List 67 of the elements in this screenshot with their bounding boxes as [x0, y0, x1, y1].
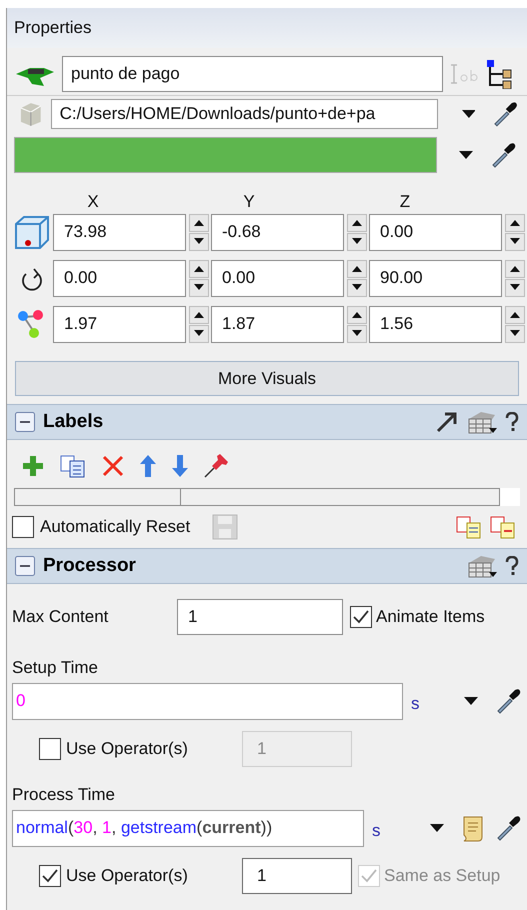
add-icon[interactable] [21, 454, 45, 478]
checkbox-label: Automatically Reset [40, 516, 190, 538]
panel-title: Properties [14, 17, 92, 40]
code-field[interactable]: normal(30, 1, getstream(current)) [12, 810, 364, 846]
table-settings-icon[interactable] [467, 409, 497, 435]
number-field[interactable]: 1.87 [211, 306, 344, 342]
pin-icon[interactable] [203, 453, 229, 479]
field-label: Process Time [12, 784, 116, 804]
checkbox-label: Same as Setup [384, 865, 500, 888]
section-title: Processor [43, 554, 136, 578]
checkbox[interactable] [12, 516, 34, 538]
spinner-icon[interactable] [505, 260, 525, 296]
number-field[interactable]: -0.68 [211, 214, 344, 250]
move-down-icon[interactable] [171, 454, 189, 478]
axis-label: Z [400, 191, 412, 209]
more-visuals-button[interactable]: More Visuals [15, 361, 519, 396]
dropdown-caret-icon[interactable] [430, 824, 444, 832]
checkbox-label: Animate Items [376, 606, 485, 628]
field-label: Setup Time [12, 657, 99, 677]
tree-icon[interactable] [485, 59, 513, 89]
axis-label: Y [243, 191, 256, 209]
spinner-icon[interactable] [189, 260, 209, 296]
field-label: Max Content [12, 606, 110, 628]
dropdown-caret-icon[interactable] [464, 697, 478, 705]
max-content-field[interactable]: 1 [177, 599, 343, 635]
spinner-icon[interactable] [347, 306, 367, 342]
checkbox[interactable] [350, 606, 372, 628]
copy-icon[interactable] [59, 454, 87, 478]
unit-label: s [372, 820, 380, 842]
help-icon[interactable] [505, 556, 519, 576]
spinner-icon[interactable] [347, 214, 367, 250]
collapse-icon[interactable] [15, 556, 35, 576]
section-header[interactable]: Labels [7, 404, 527, 440]
spinner-icon[interactable] [505, 306, 525, 342]
spinner-icon[interactable] [347, 260, 367, 296]
move-up-icon[interactable] [139, 454, 157, 478]
spinner-icon[interactable] [189, 214, 209, 250]
table-settings-icon[interactable] [467, 553, 497, 579]
spinner-icon[interactable] [189, 306, 209, 342]
arrow-icon[interactable] [435, 410, 459, 434]
operators-field[interactable]: 1 [242, 858, 352, 894]
collapse-icon[interactable] [15, 412, 35, 432]
checkbox[interactable] [39, 865, 61, 887]
unit-label: s [411, 693, 420, 716]
number-field[interactable]: 0.00 [211, 260, 344, 296]
paste-remove-icon[interactable] [489, 515, 517, 539]
shape-path-field[interactable]: C:/Users/HOME/Downloads/punto+de+pa [50, 98, 438, 128]
section-title: Labels [43, 410, 104, 434]
color-swatch[interactable] [14, 137, 437, 173]
dropdown-caret-icon[interactable] [459, 151, 473, 159]
spinner-icon[interactable] [505, 214, 525, 250]
number-field[interactable]: 1.97 [53, 306, 186, 342]
number-field[interactable]: 0.00 [53, 260, 186, 296]
number-field[interactable]: 90.00 [369, 260, 502, 296]
help-icon[interactable] [505, 412, 519, 432]
dropdown-caret-icon[interactable] [462, 110, 476, 118]
section-header[interactable]: Processor [7, 548, 527, 584]
number-field[interactable]: 73.98 [53, 214, 186, 250]
checkbox-label: Use Operator(s) [66, 865, 189, 888]
cube-position-icon [14, 214, 50, 250]
axis-label: X [87, 191, 100, 209]
name-field[interactable]: punto de pago [62, 56, 443, 92]
number-field[interactable]: 1.56 [369, 306, 502, 342]
number-field[interactable]: 0.00 [369, 214, 502, 250]
checkbox-label: Use Operator(s) [66, 738, 189, 760]
paste-icon[interactable] [455, 515, 483, 539]
delete-icon[interactable] [101, 454, 125, 478]
